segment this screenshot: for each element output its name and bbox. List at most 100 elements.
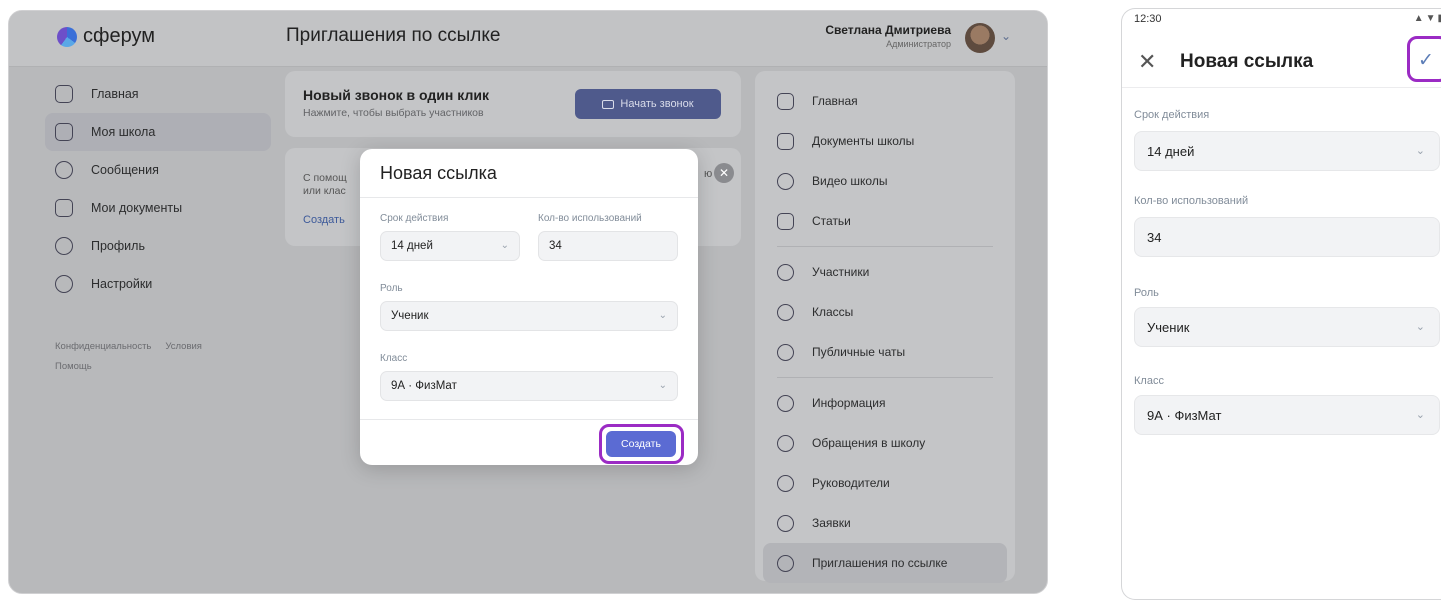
close-icon[interactable]: ✕ xyxy=(714,163,734,183)
terms-link[interactable]: Условия xyxy=(165,341,202,352)
leader-icon xyxy=(777,474,794,492)
sidebar-item-label: Профиль xyxy=(91,239,145,253)
school-nav-invite-links[interactable]: Приглашения по ссылке xyxy=(763,543,1007,583)
sidebar-item-my-school[interactable]: Моя школа xyxy=(45,113,271,151)
role-label: Роль xyxy=(380,283,403,294)
school-nav-requests[interactable]: Заявки xyxy=(763,503,1007,543)
sidebar-item-home[interactable]: Главная xyxy=(45,75,271,113)
validity-select[interactable]: 14 дней ⌄ xyxy=(380,231,520,261)
check-icon[interactable]: ✓ xyxy=(1418,49,1434,72)
invite-create-link[interactable]: Создать xyxy=(303,214,345,226)
school-nav-public-chats[interactable]: Публичные чаты xyxy=(763,332,1007,372)
school-nav-appeals[interactable]: Обращения в школу xyxy=(763,423,1007,463)
class-value: 9А · ФизМат xyxy=(391,380,457,392)
school-nav-label: Документы школы xyxy=(812,134,915,148)
sidebar-item-label: Главная xyxy=(91,87,139,101)
validity-label: Срок действия xyxy=(380,213,449,224)
divider xyxy=(360,197,698,198)
camera-icon xyxy=(602,99,615,109)
school-nav-articles[interactable]: Статьи xyxy=(763,201,1007,241)
public-chat-icon xyxy=(777,343,794,361)
create-button[interactable]: Создать xyxy=(606,431,676,457)
school-nav-video[interactable]: Видео школы xyxy=(763,161,1007,201)
home-icon xyxy=(777,92,794,110)
uses-value: 34 xyxy=(1147,229,1162,245)
chevron-down-icon: ⌄ xyxy=(1415,409,1425,421)
phone-screen: 12:30 ▲▼▮ ✕ Новая ссылка ✓ Срок действия… xyxy=(1121,8,1441,600)
uses-input[interactable]: 34 xyxy=(538,231,678,261)
chevron-down-icon[interactable]: ⌄ xyxy=(1001,29,1011,43)
school-nav-info[interactable]: Информация xyxy=(763,383,1007,423)
sidebar-item-label: Сообщения xyxy=(91,163,159,177)
school-nav-classes[interactable]: Классы xyxy=(763,292,1007,332)
school-nav-label: Видео школы xyxy=(812,174,888,188)
article-icon xyxy=(777,212,794,230)
call-card: Новый звонок в один клик Нажмите, чтобы … xyxy=(285,71,741,137)
invite-card-text: С помощ или клас xyxy=(303,172,347,197)
invite-card-text-fragment: ю xyxy=(704,168,713,180)
profile-icon xyxy=(55,237,73,255)
start-call-button[interactable]: Начать звонок xyxy=(575,89,721,119)
school-nav-label: Руководители xyxy=(812,476,890,490)
chevron-down-icon: ⌄ xyxy=(1415,321,1425,333)
role-value: Ученик xyxy=(391,310,429,322)
user-info[interactable]: Светлана Дмитриева Администратор xyxy=(825,23,951,49)
validity-select[interactable]: 14 дней ⌄ xyxy=(1134,131,1440,171)
class-value: 9А · ФизМат xyxy=(1147,407,1222,423)
logo-icon xyxy=(57,26,77,47)
status-icons: ▲▼▮ xyxy=(1413,13,1441,24)
start-call-label: Начать звонок xyxy=(620,98,694,110)
school-nav-documents[interactable]: Документы школы xyxy=(763,121,1007,161)
request-icon xyxy=(777,514,794,532)
status-time: 12:30 xyxy=(1134,13,1162,25)
sidebar-item-settings[interactable]: Настройки xyxy=(45,265,271,303)
role-select[interactable]: Ученик ⌄ xyxy=(380,301,678,331)
info-icon xyxy=(777,394,794,412)
chevron-down-icon: ⌄ xyxy=(1415,145,1425,157)
role-select[interactable]: Ученик ⌄ xyxy=(1134,307,1440,347)
validity-value: 14 дней xyxy=(1147,143,1195,159)
video-icon xyxy=(777,172,794,190)
avatar[interactable] xyxy=(965,23,995,53)
link-icon xyxy=(777,554,794,572)
divider xyxy=(1122,87,1441,88)
sidebar-item-label: Мои документы xyxy=(91,201,183,215)
school-nav-label: Обращения в школу xyxy=(812,436,926,450)
document-icon xyxy=(777,132,794,150)
uses-label: Кол-во использований xyxy=(538,213,642,224)
class-select[interactable]: 9А · ФизМат ⌄ xyxy=(380,371,678,401)
sidebar-item-profile[interactable]: Профиль xyxy=(45,227,271,265)
school-nav-label: Классы xyxy=(812,305,854,319)
uses-input[interactable]: 34 xyxy=(1134,217,1440,257)
chevron-down-icon: ⌄ xyxy=(500,240,509,251)
school-nav-label: Участники xyxy=(812,265,870,279)
uses-label: Кол-во использований xyxy=(1134,195,1249,207)
sidebar-item-messages[interactable]: Сообщения xyxy=(45,151,271,189)
school-nav-leaders[interactable]: Руководители xyxy=(763,463,1007,503)
call-card-subtitle: Нажмите, чтобы выбрать участников xyxy=(303,107,484,119)
school-nav-home[interactable]: Главная xyxy=(763,81,1007,121)
user-role: Администратор xyxy=(886,39,951,49)
modal-title: Новая ссылка xyxy=(380,163,497,183)
validity-label: Срок действия xyxy=(1134,109,1210,121)
school-nav-participants[interactable]: Участники xyxy=(763,252,1007,292)
app-header: сферум Приглашения по ссылке Светлана Дм… xyxy=(9,11,1047,67)
privacy-link[interactable]: Конфиденциальность xyxy=(55,341,151,352)
school-nav-label: Публичные чаты xyxy=(812,345,906,359)
sidebar-item-documents[interactable]: Мои документы xyxy=(45,189,271,227)
sidebar-footer: Конфиденциальность Условия Помощь xyxy=(45,337,271,377)
class-label: Класс xyxy=(380,353,408,364)
sidebar: Главная Моя школа Сообщения Мои документ… xyxy=(45,75,271,377)
new-link-modal: Новая ссылка Срок действия 14 дней ⌄ Кол… xyxy=(360,149,698,465)
divider xyxy=(360,419,698,420)
school-nav-label: Приглашения по ссылке xyxy=(812,556,948,570)
class-select[interactable]: 9А · ФизМат ⌄ xyxy=(1134,395,1440,435)
school-nav-label: Статьи xyxy=(812,214,851,228)
close-icon[interactable]: ✕ xyxy=(1138,49,1156,75)
school-nav-label: Главная xyxy=(812,94,858,108)
sidebar-item-label: Моя школа xyxy=(91,125,156,139)
divider xyxy=(777,377,993,378)
logo[interactable]: сферум xyxy=(57,25,155,48)
user-name: Светлана Дмитриева xyxy=(825,23,951,37)
help-link[interactable]: Помощь xyxy=(55,361,92,372)
